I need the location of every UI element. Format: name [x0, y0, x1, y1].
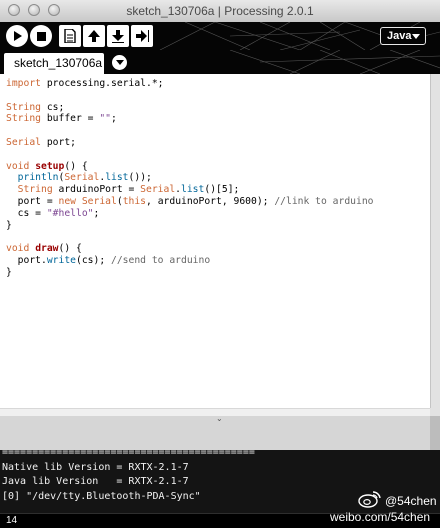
stop-button[interactable] [30, 25, 52, 47]
tab-menu-button[interactable] [112, 55, 127, 70]
code-line: cs = "#hello"; [6, 207, 100, 219]
code-line: void setup() { [6, 160, 88, 172]
code-line: void draw() { [6, 243, 82, 255]
code-line: String arduinoPort = Serial.list()[5]; [17, 184, 240, 196]
chevron-down-icon [412, 34, 420, 39]
open-button[interactable] [83, 25, 105, 47]
window-title: sketch_130706a | Processing 2.0.1 [126, 4, 314, 18]
code-line: println(Serial.list()); [17, 172, 152, 184]
code-line: } [6, 266, 12, 278]
code-text[interactable]: import processing.serial.*; String cs; S… [6, 78, 374, 279]
mode-selector[interactable]: Java [380, 27, 426, 45]
run-button[interactable] [6, 25, 28, 47]
play-icon [14, 31, 22, 41]
editor-vertical-scrollbar[interactable] [430, 74, 440, 408]
console-output: ========================================… [2, 446, 255, 504]
message-scrollbar[interactable] [430, 416, 440, 450]
scroll-corner [430, 408, 440, 416]
code-editor[interactable]: import processing.serial.*; String cs; S… [0, 74, 430, 408]
mode-label: Java [387, 30, 412, 42]
watermark-handle: @54chen [385, 494, 437, 508]
code-line: port = new Serial(this, arduinoPort, 960… [6, 195, 374, 207]
code-line: String buffer = ""; [6, 113, 117, 125]
tabs-bar: sketch_130706a [0, 50, 440, 74]
console-line: [0] "/dev/tty.Bluetooth-PDA-Sync" [2, 490, 201, 502]
editor-horizontal-scrollbar[interactable] [0, 408, 430, 416]
code-line: port.write(cs); //send to arduino [6, 254, 211, 266]
tab-sketch[interactable]: sketch_130706a [4, 53, 104, 74]
splitter-grip-icon[interactable]: ⌄ [216, 414, 223, 423]
title-bar: sketch_130706a | Processing 2.0.1 [0, 0, 440, 23]
watermark-url: weibo.com/54chen [330, 510, 431, 524]
stop-icon [36, 31, 46, 41]
new-button[interactable] [59, 25, 81, 47]
console-line: ========================================… [2, 447, 255, 458]
chevron-down-icon [115, 60, 124, 65]
line-number: 14 [6, 515, 18, 526]
export-button[interactable] [131, 25, 153, 47]
toolbar: Java [0, 22, 440, 50]
save-button[interactable] [107, 25, 129, 47]
new-file-icon [64, 29, 76, 43]
message-area: ⌄ [0, 414, 440, 450]
weibo-logo-icon [358, 491, 381, 508]
code-line: Serial port; [6, 136, 76, 148]
code-line: } [6, 219, 12, 231]
console-line: Java lib Version = RXTX-2.1-7 [2, 476, 189, 487]
save-arrow-down-icon [112, 30, 124, 43]
open-arrow-up-icon [88, 30, 100, 42]
code-line: String cs; [6, 101, 65, 113]
console-line: Native lib Version = RXTX-2.1-7 [2, 461, 189, 473]
code-line: import processing.serial.*; [6, 78, 164, 89]
export-arrow-right-icon [136, 30, 149, 42]
